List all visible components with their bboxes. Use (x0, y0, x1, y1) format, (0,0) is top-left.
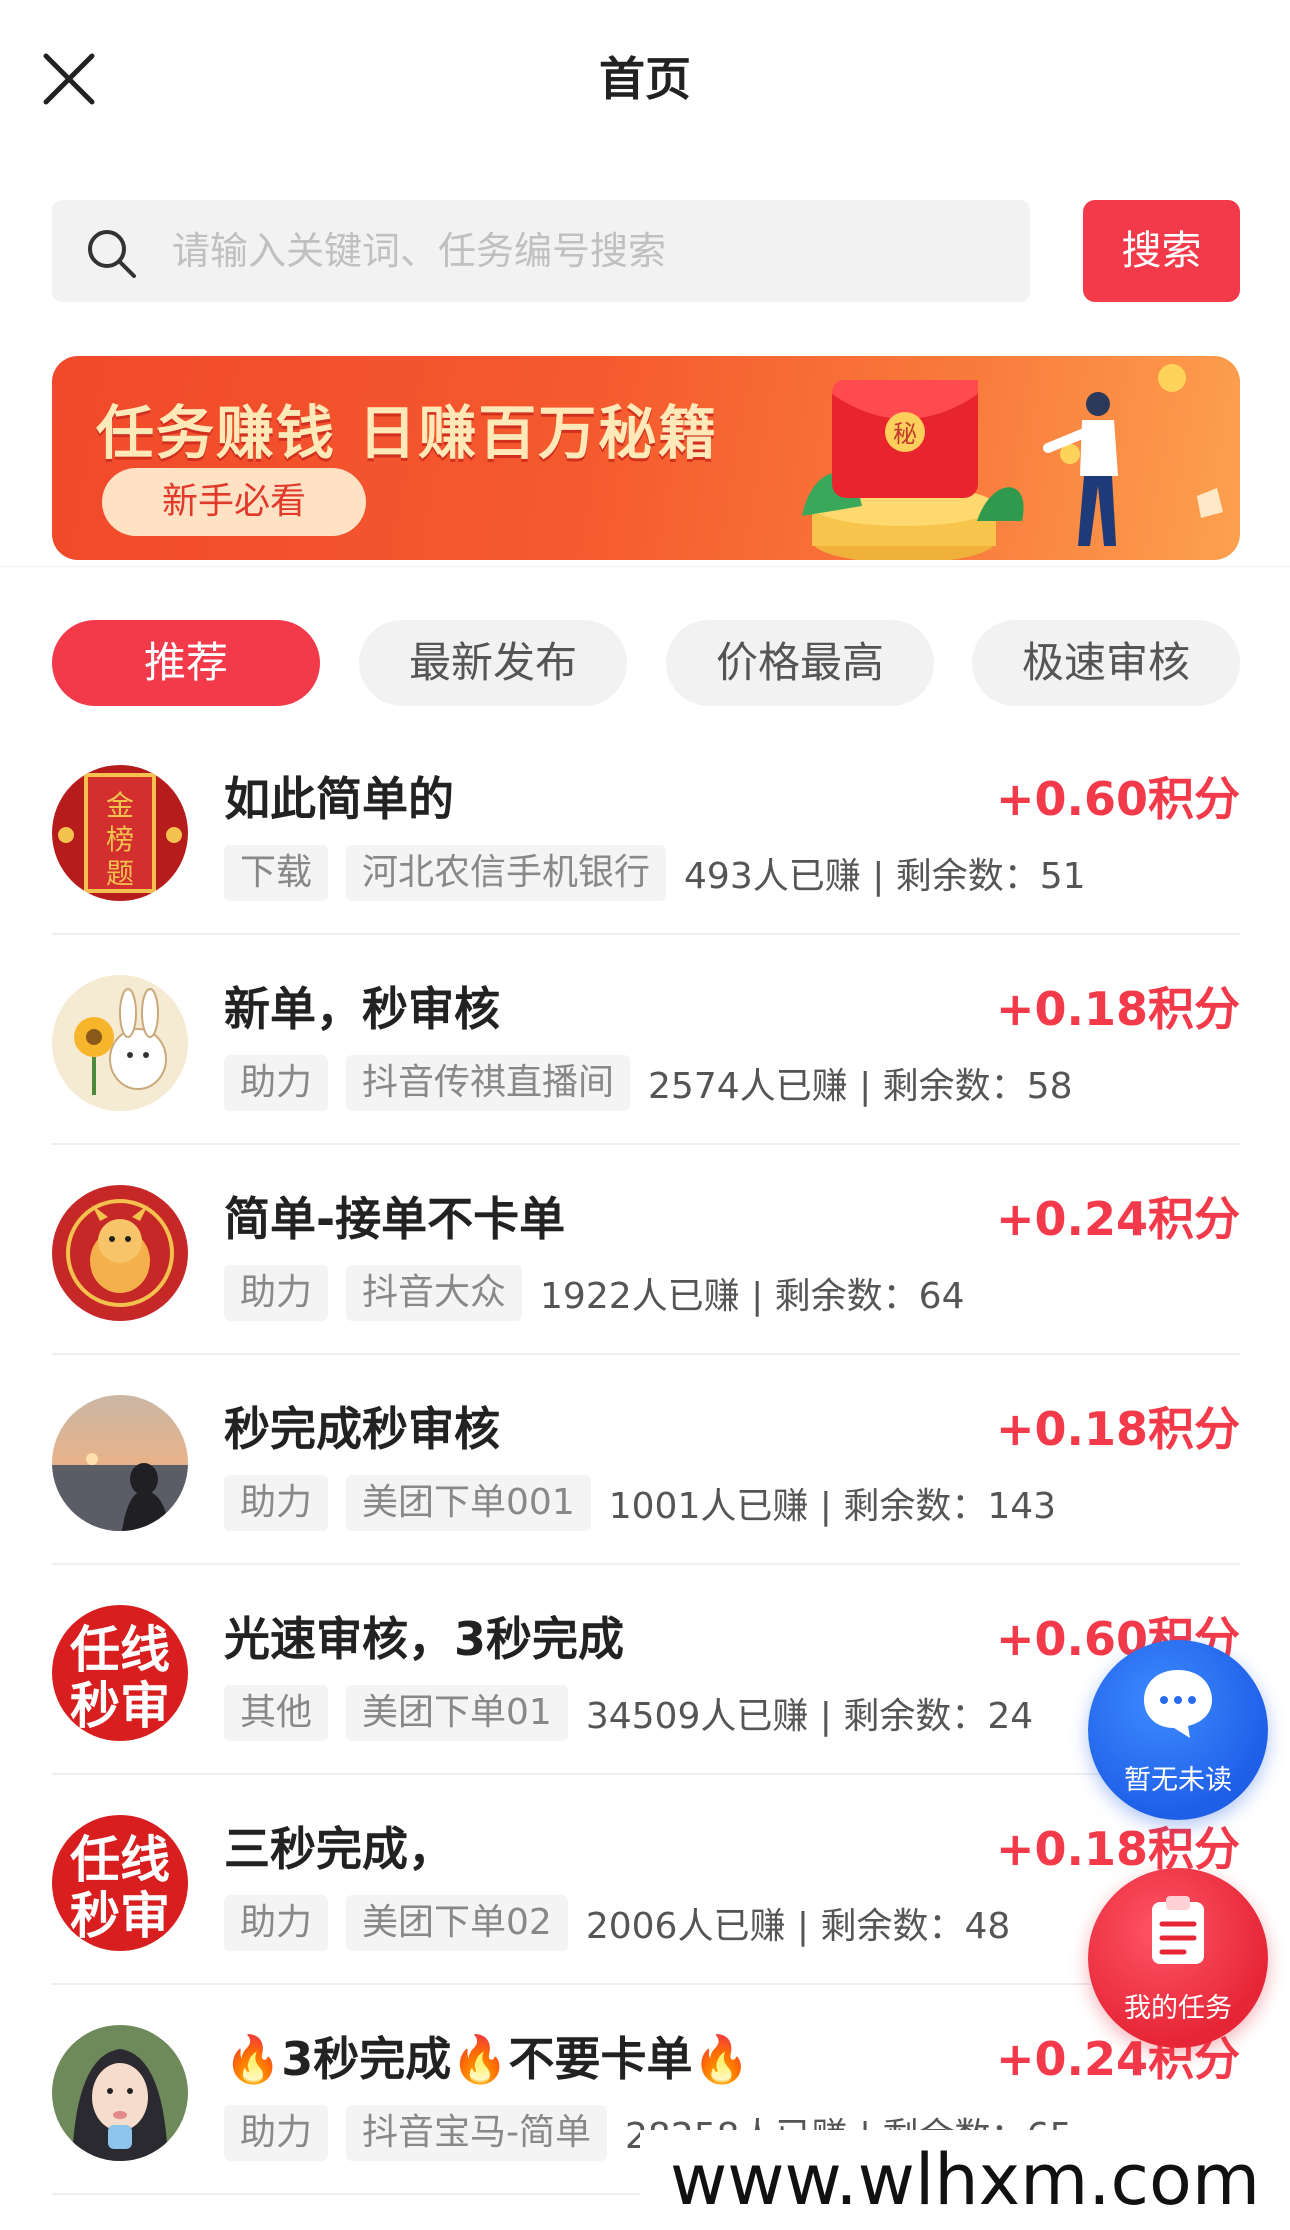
svg-text:题: 题 (106, 857, 134, 890)
my-tasks-label: 我的任务 (1124, 1993, 1232, 2024)
tab-recommended[interactable]: 推荐 (52, 620, 320, 706)
task-item[interactable]: 金 榜 题 如此简单的 +0.60积分 下载 河北农信手机银行 493人已赚 |… (52, 725, 1240, 935)
search-bar[interactable] (52, 200, 1030, 302)
task-reward: +0.60积分 (995, 772, 1240, 826)
svg-text:任线: 任线 (70, 1831, 170, 1889)
task-platform-tag: 抖音大众 (346, 1265, 523, 1321)
task-meta: 助力 美团下单001 1001人已赚 | 剩余数：143 (224, 1475, 1056, 1531)
seal-text: 秘 (893, 420, 917, 448)
task-item[interactable]: 简单-接单不卡单 +0.24积分 助力 抖音大众 1922人已赚 | 剩余数：6… (52, 1145, 1240, 1355)
task-avatar (52, 975, 188, 1111)
tab-latest[interactable]: 最新发布 (359, 620, 627, 706)
task-meta: 助力 美团下单02 2006人已赚 | 剩余数：48 (224, 1895, 1010, 1951)
task-meta: 助力 抖音大众 1922人已赚 | 剩余数：64 (224, 1265, 964, 1321)
task-avatar: 任线 秒审 (52, 1605, 188, 1741)
task-platform-tag: 抖音宝马-简单 (346, 2105, 608, 2161)
messages-label: 暂无未读 (1124, 1765, 1232, 1796)
task-item[interactable]: 秒完成秒审核 +0.18积分 助力 美团下单001 1001人已赚 | 剩余数：… (52, 1355, 1240, 1565)
task-title: 如此简单的 (224, 772, 454, 826)
task-avatar (52, 1395, 188, 1531)
task-title: 三秒完成， (224, 1822, 454, 1876)
search-button[interactable]: 搜索 (1083, 200, 1240, 302)
task-reward: +0.18积分 (995, 1402, 1240, 1456)
red-envelope-illustration: 秘 (802, 364, 1223, 560)
banner-title: 任务赚钱 日赚百万秘籍 (96, 399, 719, 467)
divider (0, 566, 1290, 567)
task-meta: 助力 抖音传祺直播间 2574人已赚 | 剩余数：58 (224, 1055, 1072, 1111)
newbie-guide-button[interactable]: 新手必看 (102, 468, 366, 536)
top-bar: 首页 (0, 0, 1290, 160)
task-platform-tag: 抖音传祺直播间 (346, 1055, 631, 1111)
svg-text:秒审: 秒审 (70, 1887, 170, 1945)
messages-button[interactable]: 暂无未读 (1088, 1640, 1268, 1820)
task-reward: +0.18积分 (995, 982, 1240, 1036)
task-avatar: 任线 秒审 (52, 1815, 188, 1951)
task-title: 简单-接单不卡单 (224, 1192, 566, 1246)
task-category-tag: 助力 (224, 1895, 329, 1951)
task-reward: +0.18积分 (995, 1822, 1240, 1876)
svg-text:金: 金 (106, 789, 134, 822)
task-stats: 2574人已赚 | 剩余数：58 (648, 1066, 1073, 1107)
promo-banner[interactable]: 任务赚钱 日赚百万秘籍 新手必看 秘 (52, 356, 1240, 560)
task-platform-tag: 河北农信手机银行 (346, 845, 667, 901)
page-title: 首页 (599, 52, 691, 106)
task-title: 秒完成秒审核 (224, 1402, 500, 1456)
task-category-tag: 下载 (224, 845, 329, 901)
task-category-tag: 助力 (224, 1475, 329, 1531)
task-platform-tag: 美团下单02 (346, 1895, 568, 1951)
task-avatar (52, 1185, 188, 1321)
task-item[interactable]: 新单，秒审核 +0.18积分 助力 抖音传祺直播间 2574人已赚 | 剩余数：… (52, 935, 1240, 1145)
my-tasks-button[interactable]: 我的任务 (1088, 1868, 1268, 2048)
task-category-tag: 助力 (224, 2105, 329, 2161)
task-meta: 其他 美团下单01 34509人已赚 | 剩余数：24 (224, 1685, 1033, 1741)
task-title: 🔥3秒完成🔥不要卡单🔥 (224, 2032, 750, 2086)
task-stats: 2006人已赚 | 剩余数：48 (585, 1906, 1011, 1947)
task-title: 新单，秒审核 (224, 982, 500, 1036)
svg-text:任线: 任线 (70, 1621, 170, 1679)
tab-highest-price[interactable]: 价格最高 (666, 620, 934, 706)
task-reward: +0.24积分 (995, 1192, 1240, 1246)
chat-bubble-icon (1144, 1670, 1212, 1738)
task-category-tag: 其他 (224, 1685, 329, 1741)
task-avatar: 金 榜 题 (52, 765, 188, 901)
task-platform-tag: 美团下单001 (346, 1475, 591, 1531)
tab-fast-review[interactable]: 极速审核 (972, 620, 1240, 706)
search-input[interactable] (172, 200, 1012, 302)
task-category-tag: 助力 (224, 1265, 329, 1321)
svg-text:榜: 榜 (106, 823, 134, 856)
search-icon (88, 230, 136, 278)
task-category-tag: 助力 (224, 1055, 329, 1111)
task-meta: 下载 河北农信手机银行 493人已赚 | 剩余数：51 (224, 845, 1086, 901)
watermark: www.wlhxm.com (640, 2130, 1290, 2230)
clipboard-icon (1152, 1896, 1204, 1964)
task-item[interactable]: 任线 秒审 光速审核，3秒完成 +0.60积分 其他 美团下单01 34509人… (52, 1565, 1240, 1775)
task-stats: 1922人已赚 | 剩余数：64 (540, 1276, 965, 1317)
task-stats: 493人已赚 | 剩余数：51 (684, 856, 1086, 897)
task-item[interactable]: 任线 秒审 三秒完成， +0.18积分 助力 美团下单02 2006人已赚 | … (52, 1775, 1240, 1985)
task-avatar (52, 2025, 188, 2161)
task-stats: 34509人已赚 | 剩余数：24 (585, 1696, 1034, 1737)
svg-text:秒审: 秒审 (70, 1677, 170, 1735)
task-stats: 1001人已赚 | 剩余数：143 (608, 1486, 1057, 1527)
task-platform-tag: 美团下单01 (346, 1685, 568, 1741)
task-title: 光速审核，3秒完成 (224, 1612, 625, 1666)
